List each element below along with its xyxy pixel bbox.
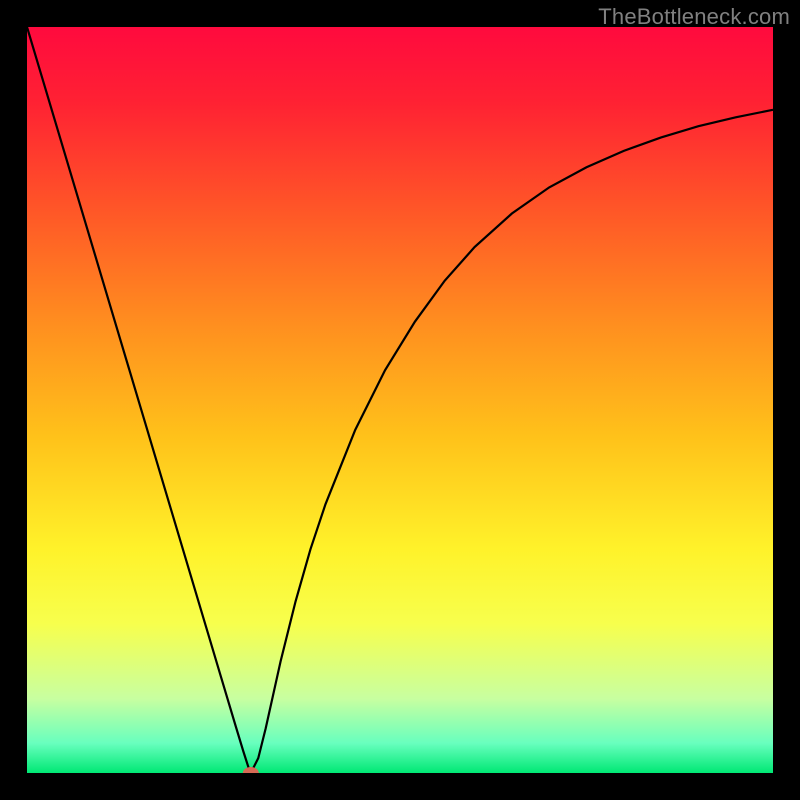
bottleneck-chart [27,27,773,773]
